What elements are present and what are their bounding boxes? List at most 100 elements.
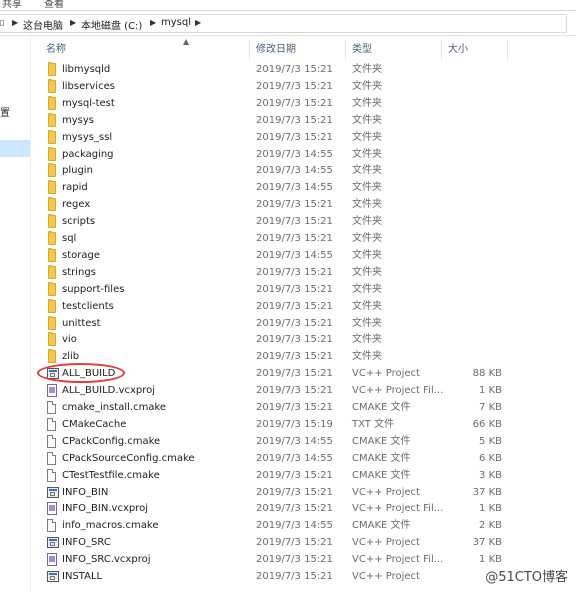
file-name: rapid [62,182,88,194]
file-row[interactable]: ALL_BUILD.vcxproj 2019/7/3 15:21 VC++ Proj… [40,382,560,399]
file-type: VC++ Project [352,537,420,549]
document-icon [47,451,56,465]
nav-item-selected[interactable] [0,140,30,157]
file-row[interactable]: INFO_BIN.vcxproj 2019/7/3 15:21 VC++ Proje… [40,500,560,517]
file-name: CPackConfig.cmake [62,435,161,447]
file-row[interactable]: unittest 2019/7/3 15:21 文件夹 [40,315,560,332]
file-type: CMAKE 文件 [352,435,411,447]
file-date: 2019/7/3 15:21 [256,469,333,481]
file-date: 2019/7/3 15:21 [256,80,333,92]
file-row[interactable]: info_macros.cmake 2019/7/3 14:55 CMAKE 文件 2… [40,517,560,534]
ribbon-tab-share[interactable]: 共享 [2,0,22,10]
file-date: 2019/7/3 15:21 [256,537,333,549]
file-row[interactable]: INFO_SRC.vcxproj 2019/7/3 15:21 VC++ Proje… [40,551,560,568]
file-row[interactable]: libservices 2019/7/3 15:21 文件夹 [40,78,560,95]
file-date: 2019/7/3 15:21 [256,571,333,582]
vc-project-icon [47,571,59,582]
column-type[interactable]: 类型 [346,40,442,60]
file-name: support-files [62,283,125,295]
column-size[interactable]: 大小 [442,40,508,60]
column-date[interactable]: 修改日期 [250,40,346,60]
breadcrumb-this-pc[interactable]: 这台电脑 [23,17,63,32]
chevron-right-icon[interactable]: ▶ [195,18,201,27]
file-date: 2019/7/3 14:55 [256,520,333,532]
file-date: 2019/7/3 14:55 [256,249,333,261]
file-row[interactable]: vio 2019/7/3 15:21 文件夹 [40,331,560,348]
file-size: 5 KB [479,435,502,447]
folder-icon [48,146,56,161]
file-name: mysys_ssl [62,131,113,143]
file-row[interactable]: CPackConfig.cmake 2019/7/3 14:55 CMAKE 文件 5… [40,433,560,450]
file-name: cmake_install.cmake [62,402,167,413]
file-date: 2019/7/3 14:55 [256,182,333,194]
chevron-right-icon[interactable]: ▶ [12,18,18,27]
file-row[interactable]: rapid 2019/7/3 14:55 文件夹 [40,179,560,196]
navigation-pane: 置 [0,36,31,591]
file-size: 2 KB [479,520,502,532]
file-type: CMAKE 文件 [352,452,411,464]
breadcrumb-mysql[interactable]: mysql [161,17,191,28]
file-row[interactable]: storage 2019/7/3 14:55 文件夹 [40,247,560,264]
vcxproj-file-icon [47,553,57,567]
nav-item-label[interactable]: 置 [0,104,10,119]
file-row[interactable]: CMakeCache 2019/7/3 15:19 TXT 文件 66 KB [40,416,560,433]
file-type: 文件夹 [352,165,382,177]
file-row[interactable]: cmake_install.cmake 2019/7/3 15:21 CMAKE 文… [40,399,560,416]
file-type: VC++ Project [352,571,420,582]
file-row[interactable]: regex 2019/7/3 15:21 文件夹 [40,196,560,213]
file-row[interactable]: testclients 2019/7/3 15:21 文件夹 [40,298,560,315]
file-name: scripts [62,216,96,228]
file-row[interactable]: CTestTestfile.cmake 2019/7/3 15:21 CMAKE 文… [40,467,560,484]
chevron-right-icon[interactable]: ▶ [70,18,76,27]
file-type: VC++ Project Fil... [352,503,444,515]
ribbon-tab-view[interactable]: 查看 [44,0,64,10]
file-name: unittest [62,317,101,329]
file-row[interactable]: mysql-test 2019/7/3 15:21 文件夹 [40,95,560,112]
file-date: 2019/7/3 15:21 [256,64,333,75]
file-name: INFO_BIN [62,486,109,498]
file-row[interactable]: sql 2019/7/3 15:21 文件夹 [40,230,560,247]
folder-icon [48,163,56,178]
ribbon-tabs: 共享 查看 [0,0,576,11]
file-row[interactable]: plugin 2019/7/3 14:55 文件夹 [40,162,560,179]
file-name: info_macros.cmake [62,520,159,532]
address-bar[interactable]: ▯ ▶ 这台电脑 ▶ 本地磁盘 (C:) ▶ mysql ▶ [0,14,567,33]
file-type: 文件夹 [352,334,382,346]
column-name[interactable]: 名称 [40,40,250,60]
file-row[interactable]: strings 2019/7/3 15:21 文件夹 [40,264,560,281]
file-row[interactable]: support-files 2019/7/3 15:21 文件夹 [40,281,560,298]
folder-icon [48,197,56,212]
file-name: INSTALL [62,571,103,582]
file-date: 2019/7/3 15:21 [256,216,333,228]
file-name: libservices [62,80,115,92]
file-name: regex [62,199,91,211]
file-date: 2019/7/3 15:21 [256,317,333,329]
file-row[interactable]: mysys_ssl 2019/7/3 15:21 文件夹 [40,129,560,146]
file-date: 2019/7/3 15:21 [256,131,333,143]
folder-icon [48,315,56,330]
folder-icon [48,95,56,110]
file-row[interactable]: mysys 2019/7/3 15:21 文件夹 [40,112,560,129]
file-row[interactable]: INFO_SRC 2019/7/3 15:21 VC++ Project 37 KB [40,534,560,551]
file-name: CPackSourceConfig.cmake [62,452,195,464]
file-type: 文件夹 [352,216,382,228]
file-row[interactable]: CPackSourceConfig.cmake 2019/7/3 14:55 CMA… [40,450,560,467]
file-row[interactable]: zlib 2019/7/3 15:21 文件夹 [40,348,560,365]
file-row[interactable]: packaging 2019/7/3 14:55 文件夹 [40,146,560,163]
breadcrumb-local-disk[interactable]: 本地磁盘 (C:) [81,17,142,32]
column-header: ▲ 名称 修改日期 类型 大小 [40,37,510,60]
file-date: 2019/7/3 15:21 [256,402,333,413]
file-type: 文件夹 [352,233,382,244]
chevron-right-icon[interactable]: ▶ [150,18,156,27]
file-name: plugin [62,165,93,177]
file-name: ALL_BUILD.vcxproj [62,385,156,397]
file-row[interactable]: INFO_BIN 2019/7/3 15:21 VC++ Project 37 KB [40,484,560,501]
file-row[interactable]: libmysqld 2019/7/3 15:21 文件夹 [40,61,560,78]
file-row[interactable]: INSTALL 2019/7/3 15:21 VC++ Project [40,568,560,585]
file-row[interactable]: scripts 2019/7/3 15:21 文件夹 [40,213,560,230]
file-date: 2019/7/3 15:21 [256,385,333,397]
file-name: packaging [62,148,114,160]
file-date: 2019/7/3 15:21 [256,351,333,363]
folder-icon [48,78,56,93]
file-type: 文件夹 [352,131,382,143]
